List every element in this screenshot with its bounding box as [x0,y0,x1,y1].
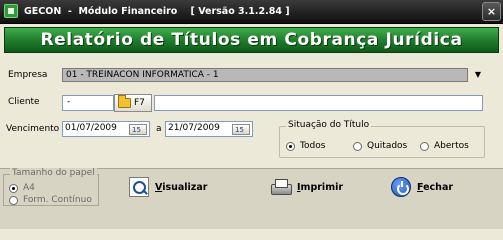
cliente-code-input[interactable]: - [62,95,114,111]
window-title: GECON - Módulo Financeiro [ Versão 3.1.2… [24,6,290,17]
f7-label: F7 [134,98,145,108]
radio-a4[interactable]: A4 [9,183,35,193]
radio-quitados-label: Quitados [367,141,408,151]
radio-form-continuo-label: Form. Contínuo [23,195,92,205]
radio-form-continuo[interactable]: Form. Contínuo [9,195,92,205]
imprimir-label: Imprimir [297,181,344,193]
vencimento-label: Vencimento [6,124,60,134]
radio-abertos-dot[interactable] [420,141,429,151]
radio-a4-label: A4 [23,183,35,193]
radio-todos-label: Todos [300,141,326,151]
papel-legend: Tamanho do papel [10,168,97,178]
fechar-label: Fechar [417,181,454,193]
radio-todos[interactable]: Todos [286,141,325,151]
report-banner: Relatório de Títulos em Cobrança Jurídic… [4,27,499,53]
radio-quitados-dot[interactable] [353,141,362,151]
empresa-select[interactable]: 01 - TREINACON INFORMATICA - 1 [62,68,468,82]
title-bar: GECON - Módulo Financeiro [ Versão 3.1.2… [0,0,503,24]
date-to-input[interactable]: 21/07/2009 15 [165,121,253,137]
empresa-value: 01 - TREINACON INFORMATICA - 1 [66,70,219,80]
cliente-code-value: - [67,97,71,107]
folder-icon [118,95,131,108]
imprimir-button[interactable]: Imprimir [271,176,343,198]
calendar-icon: 15 [132,126,141,134]
date-from-input[interactable]: 01/07/2009 15 [62,121,150,137]
fechar-button[interactable]: Fechar [391,176,453,198]
cliente-lookup-button[interactable]: F7 [114,94,152,112]
printer-icon [271,177,292,197]
report-title: Relatório de Títulos em Cobrança Jurídic… [40,30,463,50]
date-to-calendar-button[interactable]: 15 [232,124,250,135]
radio-abertos[interactable]: Abertos [420,141,469,151]
date-from-calendar-button[interactable]: 15 [129,124,147,135]
cliente-label: Cliente [8,97,40,107]
situacao-group: Situação do Título Todos Quitados Aberto… [279,120,485,158]
visualizar-button[interactable]: Visualizar [129,176,207,198]
date-to-value: 21/07/2009 [168,123,220,133]
radio-todos-dot[interactable] [286,141,295,151]
situacao-legend: Situação do Título [286,120,372,130]
papel-group: Tamanho do papel A4 Form. Contínuo [3,168,99,206]
radio-quitados[interactable]: Quitados [353,141,407,151]
radio-a4-dot[interactable] [9,183,18,193]
chevron-down-icon[interactable]: ▼ [474,70,482,80]
radio-form-continuo-dot[interactable] [9,195,18,205]
app-icon [4,4,18,18]
close-button[interactable]: × [482,2,501,21]
magnifier-icon [129,177,149,197]
power-icon [391,177,411,197]
date-from-value: 01/07/2009 [65,123,117,133]
date-separator: a [156,124,162,134]
visualizar-label: Visualizar [155,181,208,193]
calendar-icon: 15 [235,126,244,134]
empresa-label: Empresa [8,70,48,80]
radio-abertos-label: Abertos [434,141,469,151]
cliente-name-field[interactable] [154,95,483,111]
